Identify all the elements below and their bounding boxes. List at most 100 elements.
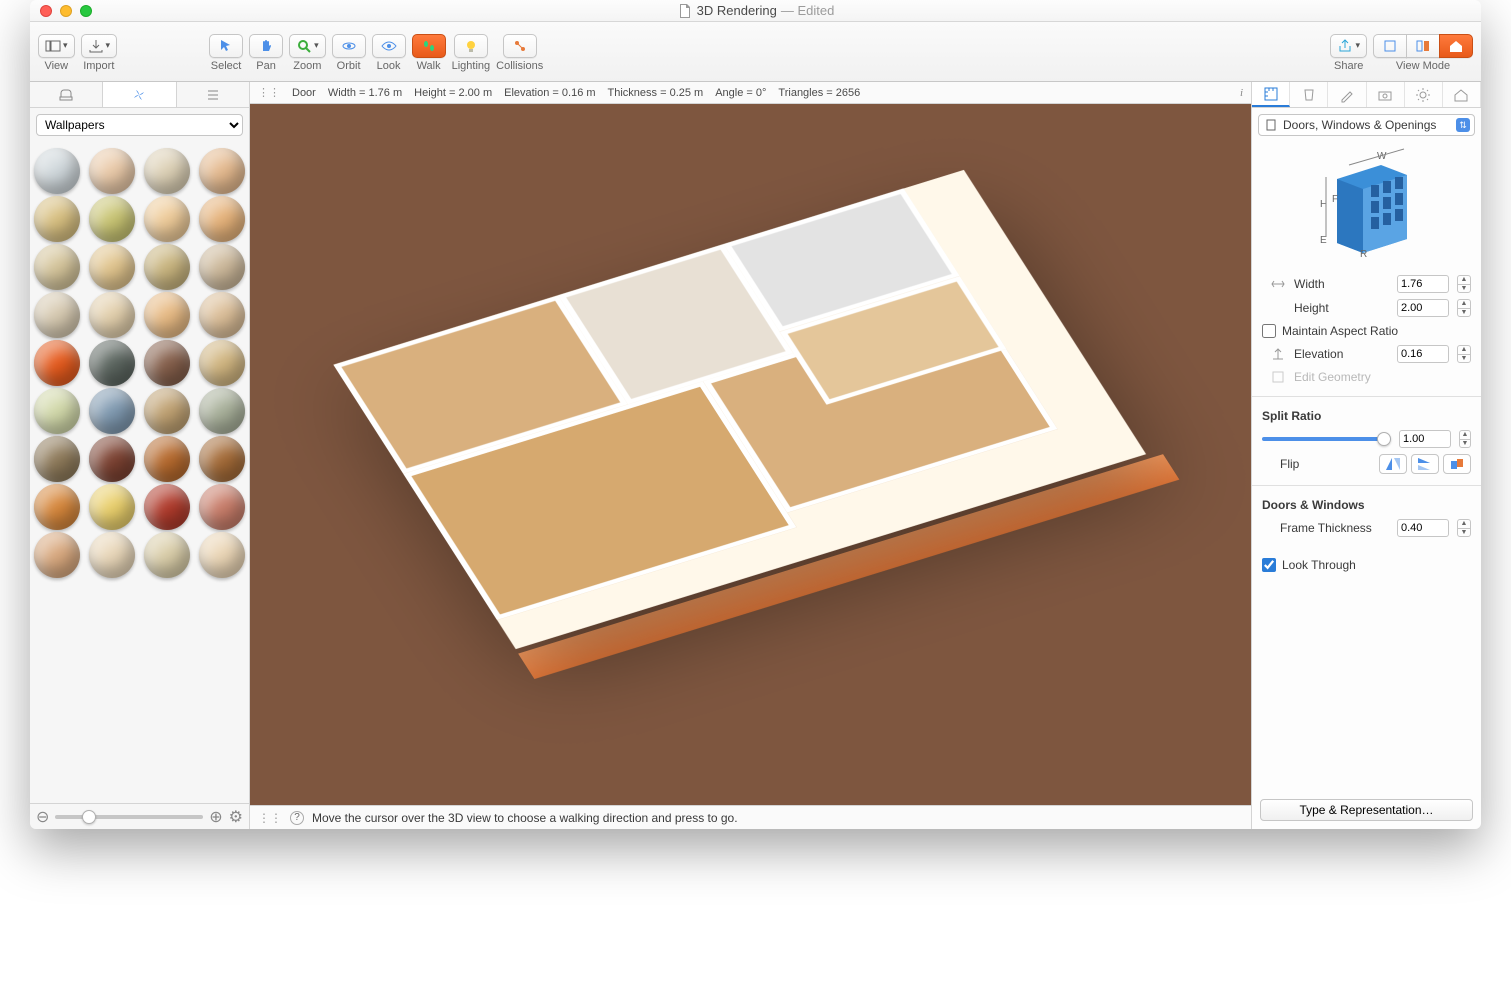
zoom-in-icon[interactable]: ⊕ [209, 807, 222, 827]
material-swatch[interactable] [144, 340, 190, 386]
material-swatch[interactable] [34, 244, 80, 290]
inspector-tab-building[interactable] [1443, 82, 1481, 107]
material-swatch[interactable] [34, 436, 80, 482]
material-swatch[interactable] [89, 484, 135, 530]
zoom-out-icon[interactable]: ⊖ [36, 807, 49, 827]
select-button[interactable] [209, 34, 243, 58]
width-input[interactable] [1397, 275, 1449, 293]
material-swatch[interactable] [144, 532, 190, 578]
drag-handle-icon[interactable]: ⋮⋮ [258, 811, 282, 825]
drag-handle-icon[interactable]: ⋮⋮ [258, 86, 280, 99]
material-swatch[interactable] [34, 340, 80, 386]
viewmode-2d-button[interactable] [1373, 34, 1407, 58]
inspector-tab-materials[interactable] [1290, 82, 1328, 107]
import-button[interactable]: ▾ [81, 34, 118, 58]
material-swatch[interactable] [89, 436, 135, 482]
material-swatch[interactable] [199, 196, 245, 242]
height-stepper[interactable]: ▲▼ [1457, 299, 1471, 317]
frame-thickness-stepper[interactable]: ▲▼ [1457, 519, 1471, 537]
material-swatch[interactable] [89, 532, 135, 578]
material-swatch[interactable] [199, 148, 245, 194]
elevation-stepper[interactable]: ▲▼ [1457, 345, 1471, 363]
material-swatch[interactable] [144, 196, 190, 242]
geometry-icon [1270, 369, 1286, 385]
type-representation-button[interactable]: Type & Representation… [1260, 799, 1473, 821]
material-swatch[interactable] [144, 244, 190, 290]
info-icon[interactable]: i [1240, 87, 1243, 99]
share-button[interactable]: ▾ [1330, 34, 1367, 58]
material-swatch[interactable] [89, 196, 135, 242]
material-swatch[interactable] [89, 148, 135, 194]
material-swatch[interactable] [199, 436, 245, 482]
walk-button[interactable] [412, 34, 446, 58]
info-thickness: Thickness = 0.25 m [608, 87, 704, 99]
swatch-grid [30, 142, 249, 803]
material-swatch[interactable] [144, 484, 190, 530]
inspector-tab-edit[interactable] [1328, 82, 1366, 107]
object-type-select[interactable]: Doors, Windows & Openings ⇅ [1258, 114, 1475, 136]
titlebar: 3D Rendering — Edited [30, 0, 1481, 22]
viewmode-3d-button[interactable] [1439, 34, 1473, 58]
orbit-button[interactable] [332, 34, 366, 58]
inspector-tab-camera[interactable] [1367, 82, 1405, 107]
material-swatch[interactable] [144, 436, 190, 482]
tab-list[interactable] [177, 82, 249, 107]
split-ratio-input[interactable] [1399, 430, 1451, 448]
collisions-button[interactable] [503, 34, 537, 58]
material-swatch[interactable] [199, 340, 245, 386]
look-button[interactable] [372, 34, 406, 58]
material-category-select[interactable]: Wallpapers [36, 114, 243, 136]
inspector-tab-light[interactable] [1405, 82, 1443, 107]
material-swatch[interactable] [199, 292, 245, 338]
material-swatch[interactable] [34, 196, 80, 242]
cursor-icon [218, 38, 234, 54]
tab-materials[interactable] [103, 82, 176, 107]
split-ratio-stepper[interactable]: ▲▼ [1459, 430, 1471, 448]
material-swatch[interactable] [34, 292, 80, 338]
3d-viewport[interactable] [250, 104, 1251, 805]
material-swatch[interactable] [199, 484, 245, 530]
flip-depth-button[interactable] [1443, 454, 1471, 474]
material-swatch[interactable] [144, 148, 190, 194]
flip-horizontal-button[interactable] [1379, 454, 1407, 474]
material-swatch[interactable] [199, 532, 245, 578]
zoom-button[interactable]: ▾ [289, 34, 326, 58]
material-swatch[interactable] [144, 388, 190, 434]
gear-icon[interactable]: ⚙ [229, 807, 243, 827]
width-icon [1270, 276, 1286, 292]
frame-thickness-input[interactable] [1397, 519, 1449, 537]
material-swatch[interactable] [89, 244, 135, 290]
zoom-window-icon[interactable] [80, 5, 92, 17]
material-swatch[interactable] [199, 244, 245, 290]
app-window: 3D Rendering — Edited ▾ View ▾ Import Se… [30, 0, 1481, 829]
material-swatch[interactable] [144, 292, 190, 338]
look-through-checkbox[interactable] [1262, 558, 1276, 572]
material-swatch[interactable] [199, 388, 245, 434]
height-input[interactable] [1397, 299, 1449, 317]
maintain-aspect-checkbox[interactable] [1262, 324, 1276, 338]
material-swatch[interactable] [34, 532, 80, 578]
material-swatch[interactable] [89, 388, 135, 434]
help-icon[interactable]: ? [290, 811, 304, 825]
lighting-button[interactable] [454, 34, 488, 58]
pan-button[interactable] [249, 34, 283, 58]
window-controls [40, 5, 92, 17]
width-stepper[interactable]: ▲▼ [1457, 275, 1471, 293]
close-icon[interactable] [40, 5, 52, 17]
selection-infobar: ⋮⋮ Door Width = 1.76 m Height = 2.00 m E… [250, 82, 1251, 104]
flip-vertical-button[interactable] [1411, 454, 1439, 474]
material-swatch[interactable] [34, 484, 80, 530]
material-swatch[interactable] [34, 388, 80, 434]
view-button[interactable]: ▾ [38, 34, 75, 58]
viewmode-split-button[interactable] [1406, 34, 1440, 58]
material-swatch[interactable] [89, 292, 135, 338]
width-field-label: Width [1294, 277, 1389, 291]
tab-objects[interactable] [30, 82, 103, 107]
split-ratio-slider[interactable] [1262, 437, 1391, 441]
material-swatch[interactable] [89, 340, 135, 386]
material-swatch[interactable] [34, 148, 80, 194]
minimize-icon[interactable] [60, 5, 72, 17]
elevation-input[interactable] [1397, 345, 1449, 363]
swatch-size-slider[interactable] [55, 815, 203, 819]
inspector-tab-geometry[interactable] [1252, 82, 1290, 107]
